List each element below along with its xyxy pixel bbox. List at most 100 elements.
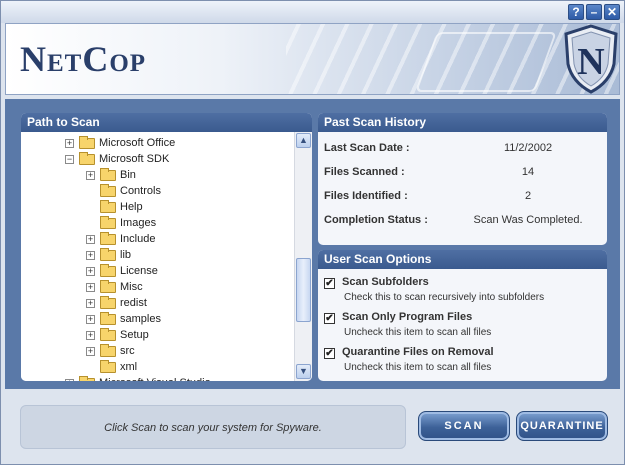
scan-program-files-checkbox[interactable]: ✔: [324, 313, 335, 324]
tree-item-label: lib: [120, 249, 132, 261]
scan-history-title: Past Scan History: [318, 113, 607, 132]
tree-item-label: src: [120, 345, 135, 357]
tree-item[interactable]: + Include: [21, 231, 294, 247]
scroll-up-icon[interactable]: ▲: [296, 133, 311, 148]
tree-item[interactable]: − Microsoft SDK: [21, 151, 294, 167]
folder-icon: [100, 168, 116, 181]
quarantine-on-removal-checkbox[interactable]: ✔: [324, 348, 335, 359]
quarantine-button[interactable]: QUARANTINE: [516, 411, 608, 441]
tree-item-label: xml: [120, 361, 138, 373]
header-banner: NetCop N: [5, 23, 620, 95]
tree-item-label: Controls: [120, 185, 161, 197]
netcop-window: ? – ✕ NetCop N Path to Scan + Microsoft O…: [0, 0, 625, 465]
folder-icon: [100, 200, 116, 213]
tree-item[interactable]: + samples: [21, 311, 294, 327]
tree-item-label: License: [120, 265, 158, 277]
folder-icon: [79, 152, 95, 165]
expand-icon[interactable]: +: [86, 315, 95, 324]
history-row-files-identified: Files Identified : 2: [318, 184, 607, 208]
shield-letter: N: [577, 41, 604, 83]
history-row-last-scan: Last Scan Date : 11/2/2002: [318, 136, 607, 160]
folder-icon: [100, 248, 116, 261]
tree-item-label: Setup: [120, 329, 149, 341]
tree-scrollbar[interactable]: ▲ ▼: [294, 132, 312, 381]
option-scan-program-files: ✔ Scan Only Program Files Uncheck this i…: [318, 306, 607, 341]
tree-item-label: Include: [120, 233, 156, 245]
history-rows: Last Scan Date : 11/2/2002 Files Scanned…: [318, 132, 607, 232]
folder-icon: [79, 376, 95, 381]
app-logo: NetCop: [20, 39, 147, 79]
option-title[interactable]: Scan Subfolders: [342, 276, 429, 288]
tree-item[interactable]: xml: [21, 359, 294, 375]
main-area: Path to Scan + Microsoft Office − Microsoft…: [5, 99, 620, 389]
scan-button[interactable]: SCAN: [418, 411, 510, 441]
tree-item[interactable]: Help: [21, 199, 294, 215]
tree-item-label: Microsoft Visual Studio: [99, 375, 211, 381]
history-row-completion-status: Completion Status : Scan Was Completed.: [318, 208, 607, 232]
folder-icon: [79, 136, 95, 149]
expand-icon[interactable]: +: [86, 171, 95, 180]
expand-icon[interactable]: +: [86, 283, 95, 292]
expand-icon[interactable]: +: [86, 235, 95, 244]
title-bar[interactable]: ? – ✕: [1, 1, 624, 23]
tree-item[interactable]: + License: [21, 263, 294, 279]
minimize-button[interactable]: –: [586, 4, 602, 20]
tree-item-label: Bin: [120, 169, 136, 181]
option-description: Check this to scan recursively into subf…: [344, 292, 545, 303]
tree-item-label: Help: [120, 201, 143, 213]
option-title[interactable]: Scan Only Program Files: [342, 311, 472, 323]
expand-icon[interactable]: +: [65, 379, 74, 381]
tree-item[interactable]: + src: [21, 343, 294, 359]
tree-item-label: samples: [120, 313, 161, 325]
tree-item-label: Microsoft SDK: [99, 153, 170, 165]
option-title[interactable]: Quarantine Files on Removal: [342, 346, 494, 358]
folder-icon: [100, 328, 116, 341]
folder-icon: [100, 360, 116, 373]
scan-subfolders-checkbox[interactable]: ✔: [324, 278, 335, 289]
banner-decoration-frame: [415, 32, 557, 92]
expand-icon[interactable]: +: [65, 139, 74, 148]
history-label: Last Scan Date :: [324, 142, 410, 154]
folder-icon: [100, 344, 116, 357]
option-description: Uncheck this item to scan all files: [344, 362, 492, 373]
tree-item[interactable]: + Misc: [21, 279, 294, 295]
scroll-thumb[interactable]: [296, 258, 311, 322]
tree-item-label: redist: [120, 297, 147, 309]
expand-icon[interactable]: +: [86, 331, 95, 340]
history-value: Scan Was Completed.: [473, 214, 583, 226]
tree-item[interactable]: Controls: [21, 183, 294, 199]
expand-icon[interactable]: +: [86, 267, 95, 276]
tree-item[interactable]: + Setup: [21, 327, 294, 343]
tree-item[interactable]: + Bin: [21, 167, 294, 183]
status-message: Click Scan to scan your system for Spywa…: [20, 405, 406, 449]
scan-history-panel: Past Scan History Last Scan Date : 11/2/…: [317, 112, 608, 246]
tree-item-label: Images: [120, 217, 157, 229]
scan-options-panel: User Scan Options ✔ Scan Subfolders Chec…: [317, 249, 608, 382]
help-button[interactable]: ?: [568, 4, 584, 20]
path-to-scan-panel: Path to Scan + Microsoft Office − Microsoft…: [20, 112, 313, 382]
tree-item[interactable]: + Microsoft Visual Studio: [21, 375, 294, 381]
history-label: Files Identified :: [324, 190, 408, 202]
history-row-files-scanned: Files Scanned : 14: [318, 160, 607, 184]
folder-tree[interactable]: + Microsoft Office − Microsoft SDK + Bin Contr…: [21, 132, 294, 381]
folder-icon: [100, 264, 116, 277]
tree-item[interactable]: + Microsoft Office: [21, 135, 294, 151]
history-value: 14: [521, 166, 535, 178]
option-scan-subfolders: ✔ Scan Subfolders Check this to scan rec…: [318, 271, 607, 306]
close-button[interactable]: ✕: [604, 4, 620, 20]
history-value: 11/2/2002: [503, 142, 553, 154]
history-label: Files Scanned :: [324, 166, 405, 178]
scroll-down-icon[interactable]: ▼: [296, 364, 311, 379]
scan-options-title: User Scan Options: [318, 250, 607, 269]
collapse-icon[interactable]: −: [65, 155, 74, 164]
expand-icon[interactable]: +: [86, 347, 95, 356]
folder-icon: [100, 312, 116, 325]
expand-icon[interactable]: +: [86, 251, 95, 260]
option-quarantine-on-removal: ✔ Quarantine Files on Removal Uncheck th…: [318, 341, 607, 376]
tree-item[interactable]: + redist: [21, 295, 294, 311]
shield-logo-icon: N: [564, 24, 618, 94]
expand-icon[interactable]: +: [86, 299, 95, 308]
history-label: Completion Status :: [324, 214, 428, 226]
tree-item[interactable]: Images: [21, 215, 294, 231]
tree-item[interactable]: + lib: [21, 247, 294, 263]
